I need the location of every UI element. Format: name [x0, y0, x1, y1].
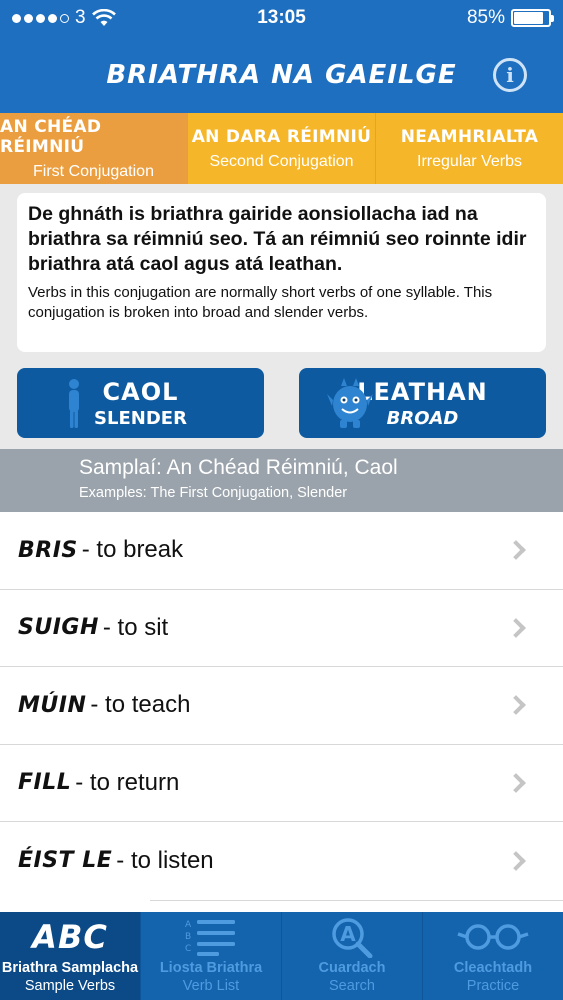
tab-sublabel: Sample Verbs — [24, 978, 116, 994]
tab-label: Liosta Briathra — [159, 960, 263, 976]
status-bar: 3 13:05 85% — [0, 0, 563, 36]
verb-meaning: - to sit — [102, 613, 169, 641]
list-item[interactable]: BRIS - to break — [0, 512, 563, 590]
broad-monster-icon — [327, 378, 373, 428]
svg-text:A: A — [185, 920, 192, 930]
info-icon[interactable]: i — [493, 58, 527, 92]
slender-text: CAOL SLENDER — [94, 378, 187, 429]
broad-sublabel: BROAD — [386, 407, 459, 429]
tab-label: Briathra Samplacha — [1, 960, 139, 976]
info-glyph: i — [506, 63, 514, 87]
tab-irregular-verbs[interactable]: NEAMHRIALTA Irregular Verbs — [376, 113, 563, 184]
verb-meaning: - to teach — [90, 691, 191, 719]
tab-subtitle: Irregular Verbs — [417, 152, 522, 170]
tab-verb-list[interactable]: A B C Liosta Briathra Verb List — [141, 912, 282, 1000]
verb-name: ÉIST LE — [18, 848, 113, 874]
status-right: 85% — [466, 7, 554, 29]
battery-icon — [511, 9, 554, 27]
app-title: BRIATHRA NA GAEILGE — [106, 59, 457, 90]
tab-subtitle: Second Conjugation — [209, 152, 354, 170]
verb-list: BRIS - to break SUIGH - to sit MÚIN - to… — [0, 512, 563, 912]
list-item[interactable]: ÉIST LE - to listen — [0, 822, 563, 900]
list-item[interactable]: SUIGH - to sit — [0, 590, 563, 667]
tab-title: NEAMHRIALTA — [400, 126, 539, 147]
signal-strength-icon — [12, 13, 69, 23]
verb-name: BRIS — [18, 537, 78, 563]
svg-text:B: B — [185, 932, 191, 942]
verb-name: MÚIN — [18, 692, 87, 718]
abc-icon-text: ABC — [32, 918, 108, 956]
verb-name: SUIGH — [18, 615, 99, 641]
tab-title: AN CHÉAD RÉIMNIÚ — [0, 116, 102, 157]
verb-meaning: - to return — [75, 768, 180, 796]
carrier-name: 3 — [75, 7, 86, 28]
tab-sublabel: Practice — [466, 978, 520, 994]
tab-sublabel: Verb List — [182, 978, 240, 994]
tab-second-conjugation[interactable]: AN DARA RÉIMNIÚ Second Conjugation — [188, 113, 376, 184]
list-item[interactable]: FILL - to return — [0, 745, 563, 822]
tab-search[interactable]: A Cuardach Search — [282, 912, 423, 1000]
chevron-right-icon — [506, 772, 526, 793]
tab-sublabel: Search — [329, 978, 375, 994]
description-card: De ghnáth is briathra gairide aonsiollac… — [17, 193, 546, 352]
section-subtitle: Examples: The First Conjugation, Slender — [79, 485, 348, 501]
list-icon: A B C — [183, 914, 239, 960]
app-header: BRIATHRA NA GAEILGE i — [0, 36, 563, 113]
slender-label: CAOL — [102, 377, 179, 406]
status-left: 3 — [12, 7, 116, 29]
tab-subtitle: First Conjugation — [33, 162, 154, 180]
verb-meaning: - to break — [81, 536, 184, 564]
tab-sample-verbs[interactable]: ABC Briathra Samplacha Sample Verbs — [0, 912, 141, 1000]
bottom-tab-bar: ABC Briathra Samplacha Sample Verbs A B … — [0, 912, 563, 1000]
verb-meaning: - to listen — [116, 846, 214, 874]
chevron-right-icon — [506, 850, 526, 871]
slender-person-icon — [69, 379, 79, 428]
tab-label: Cleachtadh — [453, 960, 533, 976]
glasses-icon — [456, 914, 530, 960]
verb-name: FILL — [18, 770, 72, 796]
broad-button[interactable]: LEATHAN BROAD — [299, 368, 546, 438]
slender-sublabel: SLENDER — [94, 407, 187, 429]
section-title: Samplaí: An Chéad Réimniú, Caol — [79, 456, 398, 479]
chevron-right-icon — [506, 540, 526, 561]
chevron-right-icon — [506, 617, 526, 638]
description-irish: De ghnáth is briathra gairide aonsiollac… — [28, 203, 527, 275]
tab-first-conjugation[interactable]: AN CHÉAD RÉIMNIÚ First Conjugation — [0, 113, 188, 184]
svg-text:A: A — [340, 922, 356, 946]
description-english: Verbs in this conjugation are normally s… — [28, 284, 493, 321]
list-item[interactable]: MÚIN - to teach — [0, 667, 563, 745]
examples-section-header: Samplaí: An Chéad Réimniú, Caol Examples… — [0, 449, 563, 512]
slender-button[interactable]: CAOL SLENDER — [17, 368, 264, 438]
chevron-right-icon — [506, 695, 526, 716]
abc-icon: ABC — [32, 914, 108, 960]
conjugation-tabs: AN CHÉAD RÉIMNIÚ First Conjugation AN DA… — [0, 113, 563, 184]
tab-title: AN DARA RÉIMNIÚ — [191, 126, 372, 147]
wifi-icon — [91, 9, 116, 26]
tab-practice[interactable]: Cleachtadh Practice — [423, 912, 563, 1000]
broad-label: LEATHAN — [357, 377, 488, 406]
broad-text: LEATHAN BROAD — [357, 378, 488, 429]
search-icon: A — [328, 914, 376, 960]
svg-text:C: C — [185, 944, 191, 954]
tab-label: Cuardach — [318, 960, 386, 976]
battery-percent: 85% — [466, 7, 505, 28]
